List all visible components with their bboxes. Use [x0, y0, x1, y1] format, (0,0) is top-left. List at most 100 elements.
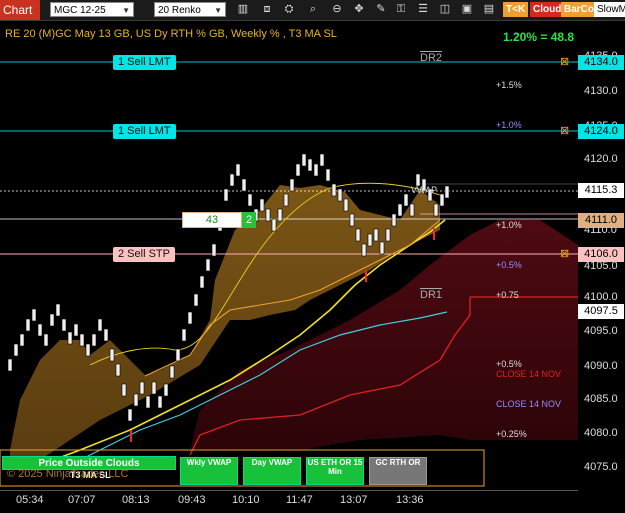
slowma-toggle[interactable]: SlowMa: [594, 2, 625, 17]
cloud-toggle[interactable]: Cloud: [530, 2, 565, 17]
renko-brick: [157, 395, 163, 409]
renko-brick: [7, 358, 13, 372]
renko-brick: [337, 188, 343, 202]
strategy-icon[interactable]: ⛭: [282, 2, 296, 17]
renko-brick: [325, 168, 331, 182]
renko-brick: [91, 333, 97, 347]
renko-brick: [109, 348, 115, 362]
low-price-marker: 4097.5: [578, 304, 624, 319]
renko-brick: [271, 218, 277, 232]
chevron-down-icon: ▼: [122, 6, 130, 15]
renko-brick: [247, 193, 253, 207]
renko-brick: [373, 228, 379, 242]
bar-type-selector[interactable]: 20 Renko ▼: [154, 2, 226, 17]
help-icon[interactable]: ▤: [482, 2, 496, 17]
close-order-icon[interactable]: ⊠: [560, 247, 569, 260]
weekly-vwap-button[interactable]: Wkly VWAP: [180, 457, 238, 485]
time-tick: 10:10: [232, 494, 260, 506]
tk-toggle[interactable]: T<K: [503, 2, 529, 17]
renko-brick: [439, 193, 445, 207]
renko-brick: [49, 313, 55, 327]
renko-brick: [259, 198, 265, 212]
time-axis: 05:34 07:07 08:13 09:43 10:10 11:47 13:0…: [0, 490, 578, 513]
sell-limit-order-1[interactable]: 1 Sell LMT: [113, 55, 176, 70]
screenshot-icon[interactable]: ▣: [460, 2, 474, 17]
renko-brick: [79, 333, 85, 347]
renko-brick: [115, 363, 121, 377]
bars-icon[interactable]: ▥: [236, 2, 250, 17]
time-tick: 08:13: [122, 494, 150, 506]
renko-brick: [145, 395, 151, 409]
zoom-icon[interactable]: ⌕: [306, 2, 320, 17]
renko-brick: [223, 188, 229, 202]
price-tick: 4095.0: [584, 325, 618, 337]
level-label: +0.25%: [496, 429, 527, 439]
gc-rth-or-button[interactable]: GC RTH OR: [369, 457, 427, 485]
renko-brick: [31, 308, 37, 322]
copyright-text: © 2025 NinjaTrader, LLC: [7, 468, 129, 480]
cursor-icon[interactable]: ✥: [352, 2, 366, 17]
renko-brick: [343, 198, 349, 212]
lock-icon[interactable]: ⚿: [394, 2, 408, 17]
price-tick: 4080.0: [584, 427, 618, 439]
chart-trader-icon[interactable]: ◫: [438, 2, 452, 17]
close-order-icon[interactable]: ⊠: [560, 124, 569, 137]
sell-limit-order-2[interactable]: 1 Sell LMT: [113, 124, 176, 139]
sell-limit-price-marker: 4134.0: [578, 55, 624, 70]
time-tick: 11:47: [286, 494, 313, 506]
price-tick: 4130.0: [584, 85, 618, 97]
renko-brick: [361, 243, 367, 257]
close-order-icon[interactable]: ⊠: [560, 55, 569, 68]
position-qty[interactable]: 43: [182, 212, 242, 228]
renko-brick: [319, 153, 325, 167]
chart-tab[interactable]: Chart: [0, 0, 40, 20]
level-label: +0.5%: [496, 359, 522, 369]
renko-brick: [313, 163, 319, 177]
price-chart-canvas[interactable]: [0, 20, 578, 490]
instrument-selector[interactable]: MGC 12-25 ▼: [50, 2, 134, 17]
renko-brick: [13, 343, 19, 357]
renko-brick: [403, 193, 409, 207]
dr2-label: DR2: [420, 52, 443, 64]
level-label: +1.0%: [496, 220, 522, 230]
level-label: +0.5%: [496, 260, 522, 270]
indicator-icon[interactable]: ⧈: [260, 2, 274, 17]
chevron-down-icon: ▼: [214, 6, 222, 15]
renko-brick: [295, 163, 301, 177]
renko-brick: [379, 241, 385, 255]
avg-price-marker: 4111.0: [578, 213, 624, 228]
dr1-label: DR1: [420, 289, 443, 301]
renko-brick: [181, 328, 187, 342]
renko-brick: [85, 343, 91, 357]
renko-brick: [37, 323, 43, 337]
renko-brick: [61, 318, 67, 332]
price-tick: 4120.0: [584, 153, 618, 165]
bar-type-value: 20 Renko: [158, 5, 201, 16]
renko-brick: [283, 193, 289, 207]
close-label-blue: CLOSE 14 NOV: [496, 399, 562, 409]
renko-brick: [391, 213, 397, 227]
renko-brick: [367, 233, 373, 247]
renko-brick: [199, 275, 205, 289]
zoom-out-icon[interactable]: ⊖: [330, 2, 344, 17]
sell-stop-order[interactable]: 2 Sell STP: [113, 247, 175, 262]
properties-icon[interactable]: ☰: [416, 2, 430, 17]
renko-brick: [397, 203, 403, 217]
time-tick: 05:34: [16, 494, 44, 506]
us-eth-or-button[interactable]: US ETH OR 15 Min: [306, 457, 364, 485]
renko-brick: [25, 318, 31, 332]
renko-brick: [163, 383, 169, 397]
price-scale[interactable]: 4135.0 4130.0 4125.0 4120.0 4115.0 4110.…: [578, 20, 625, 490]
renko-brick: [301, 153, 307, 167]
drawing-tool-icon[interactable]: ✎: [374, 2, 388, 17]
renko-brick: [187, 311, 193, 325]
day-vwap-button[interactable]: Day VWAP: [243, 457, 301, 485]
renko-brick: [169, 365, 175, 379]
chart-title: RE 20 (M)GC May 13 GB, US Dy RTH % GB, W…: [5, 28, 337, 40]
position-count[interactable]: 2: [242, 212, 256, 228]
renko-brick: [205, 258, 211, 272]
sell-limit-price-marker: 4124.0: [578, 124, 624, 139]
renko-brick: [349, 213, 355, 227]
price-tick: 4085.0: [584, 393, 618, 405]
stop-price-marker: 4106.0: [578, 247, 624, 262]
